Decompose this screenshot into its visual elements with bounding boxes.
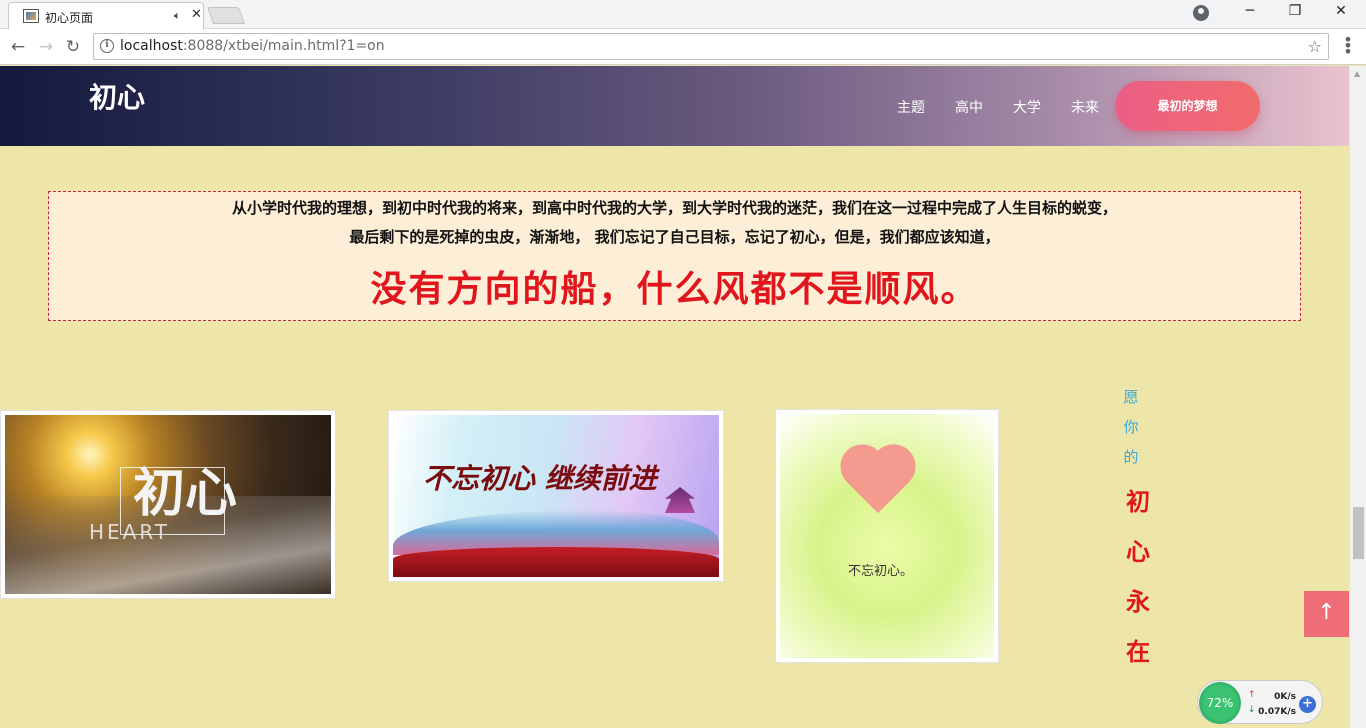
page-scrollbar[interactable]: ▲ — [1349, 66, 1366, 728]
dream-button[interactable]: 最初的梦想 — [1115, 81, 1260, 131]
account-icon[interactable] — [1193, 5, 1209, 21]
heart-icon — [838, 447, 918, 519]
vertical-text-big-4: 在 — [1126, 637, 1150, 666]
address-toolbar: ← → ↻ i localhost:8088/xtbei/main.html?1… — [0, 29, 1366, 65]
vertical-text-small-3: 的 — [1123, 448, 1139, 466]
photo-banner-title: 不忘初心 继续前进 — [423, 462, 657, 495]
photo-heart-caption: 不忘初心。 — [848, 564, 914, 579]
browser-tab[interactable]: 初心页面 🔈︎ ✕ — [8, 2, 204, 29]
nav-item-university[interactable]: 大学 — [1013, 97, 1041, 117]
favicon-icon — [23, 9, 39, 23]
upload-arrow-icon: ↑ — [1248, 690, 1256, 700]
vertical-text-small-1: 愿 — [1123, 388, 1139, 406]
photo-sunrise-subtitle: HEART — [89, 520, 171, 544]
quote-line-1: 从小学时代我的理想，到初中时代我的将来，到高中时代我的大学，到大学时代我的迷茫，… — [231, 199, 1117, 217]
menu-icon[interactable]: • • • — [1343, 32, 1353, 60]
audio-icon[interactable]: 🔈︎ — [174, 9, 181, 23]
nav-item-theme[interactable]: 主题 — [897, 97, 925, 117]
photo-heart[interactable]: 不忘初心。 — [775, 409, 999, 663]
url-host: localhost — [120, 38, 183, 54]
quote-box: 从小学时代我的理想，到初中时代我的将来，到高中时代我的大学，到大学时代我的迷茫，… — [48, 191, 1301, 321]
vertical-text-small-2: 你 — [1123, 418, 1139, 436]
photo-heart-image: 不忘初心。 — [780, 414, 994, 658]
url-path: :8088/xtbei/main.html?1=on — [182, 38, 385, 54]
quote-highlight: 没有方向的船，什么风都不是顺风。 — [370, 268, 979, 310]
vertical-text-big-3: 永 — [1126, 587, 1150, 616]
site-logo[interactable]: 初心 — [89, 76, 145, 116]
back-icon[interactable]: ← — [8, 37, 28, 57]
forward-icon[interactable]: → — [36, 37, 56, 57]
quote-line-2: 最后剩下的是死掉的虫皮，渐渐地， 我们忘记了自己目标，忘记了初心，但是，我们都应… — [349, 228, 1000, 246]
new-tab-button[interactable] — [206, 7, 246, 24]
photo-sunrise-image: 初心 HEART — [5, 415, 331, 594]
vertical-text-big-2: 心 — [1126, 537, 1150, 566]
download-arrow-icon: ↓ — [1248, 705, 1256, 715]
network-monitor-widget[interactable]: 72% ↑ ↓ 0K/s 0.07K/s + — [1197, 680, 1323, 724]
maximize-icon[interactable]: ❐ — [1283, 3, 1307, 19]
nav-item-highschool[interactable]: 高中 — [955, 97, 983, 117]
page-viewport: 初心 主题 高中 大学 未来 最初的梦想 从小学时代我的理想，到初中时代我的将来… — [0, 66, 1349, 728]
star-icon[interactable]: ☆ — [1308, 37, 1322, 56]
url-bar[interactable]: i localhost:8088/xtbei/main.html?1=on ☆ — [93, 33, 1329, 60]
tab-close-icon[interactable]: ✕ — [191, 7, 202, 22]
tab-title: 初心页面 — [45, 11, 94, 25]
window-close-icon[interactable]: ✕ — [1329, 3, 1353, 19]
vertical-text-big-1: 初 — [1126, 487, 1150, 516]
info-icon[interactable]: i — [100, 39, 114, 53]
download-speed: 0.07K/s — [1258, 707, 1296, 717]
arrow-up-icon: ↑ — [1317, 600, 1336, 625]
plus-icon[interactable]: + — [1299, 696, 1316, 713]
scrollbar-thumb[interactable] — [1353, 507, 1364, 559]
photo-sunrise[interactable]: 初心 HEART — [0, 410, 336, 599]
site-header: 初心 主题 高中 大学 未来 最初的梦想 — [0, 66, 1349, 146]
reload-icon[interactable]: ↻ — [63, 37, 83, 57]
nav-item-future[interactable]: 未来 — [1071, 97, 1099, 117]
browser-tab-strip: 初心页面 🔈︎ ✕ ─ ❐ ✕ — [0, 0, 1366, 29]
back-to-top-button[interactable]: ↑ — [1304, 591, 1349, 637]
photo-banner[interactable]: 不忘初心 继续前进 — [388, 410, 724, 582]
minimize-icon[interactable]: ─ — [1238, 3, 1262, 19]
red-band-shape — [393, 547, 719, 577]
upload-speed: 0K/s — [1274, 692, 1296, 702]
photo-banner-image: 不忘初心 继续前进 — [393, 415, 719, 577]
cpu-percent: 72% — [1199, 682, 1241, 724]
temple-icon — [665, 487, 695, 513]
url-text: localhost:8088/xtbei/main.html?1=on — [120, 38, 385, 54]
scroll-up-icon[interactable]: ▲ — [1354, 69, 1360, 78]
photo-sunrise-title: 初心 — [133, 463, 238, 524]
